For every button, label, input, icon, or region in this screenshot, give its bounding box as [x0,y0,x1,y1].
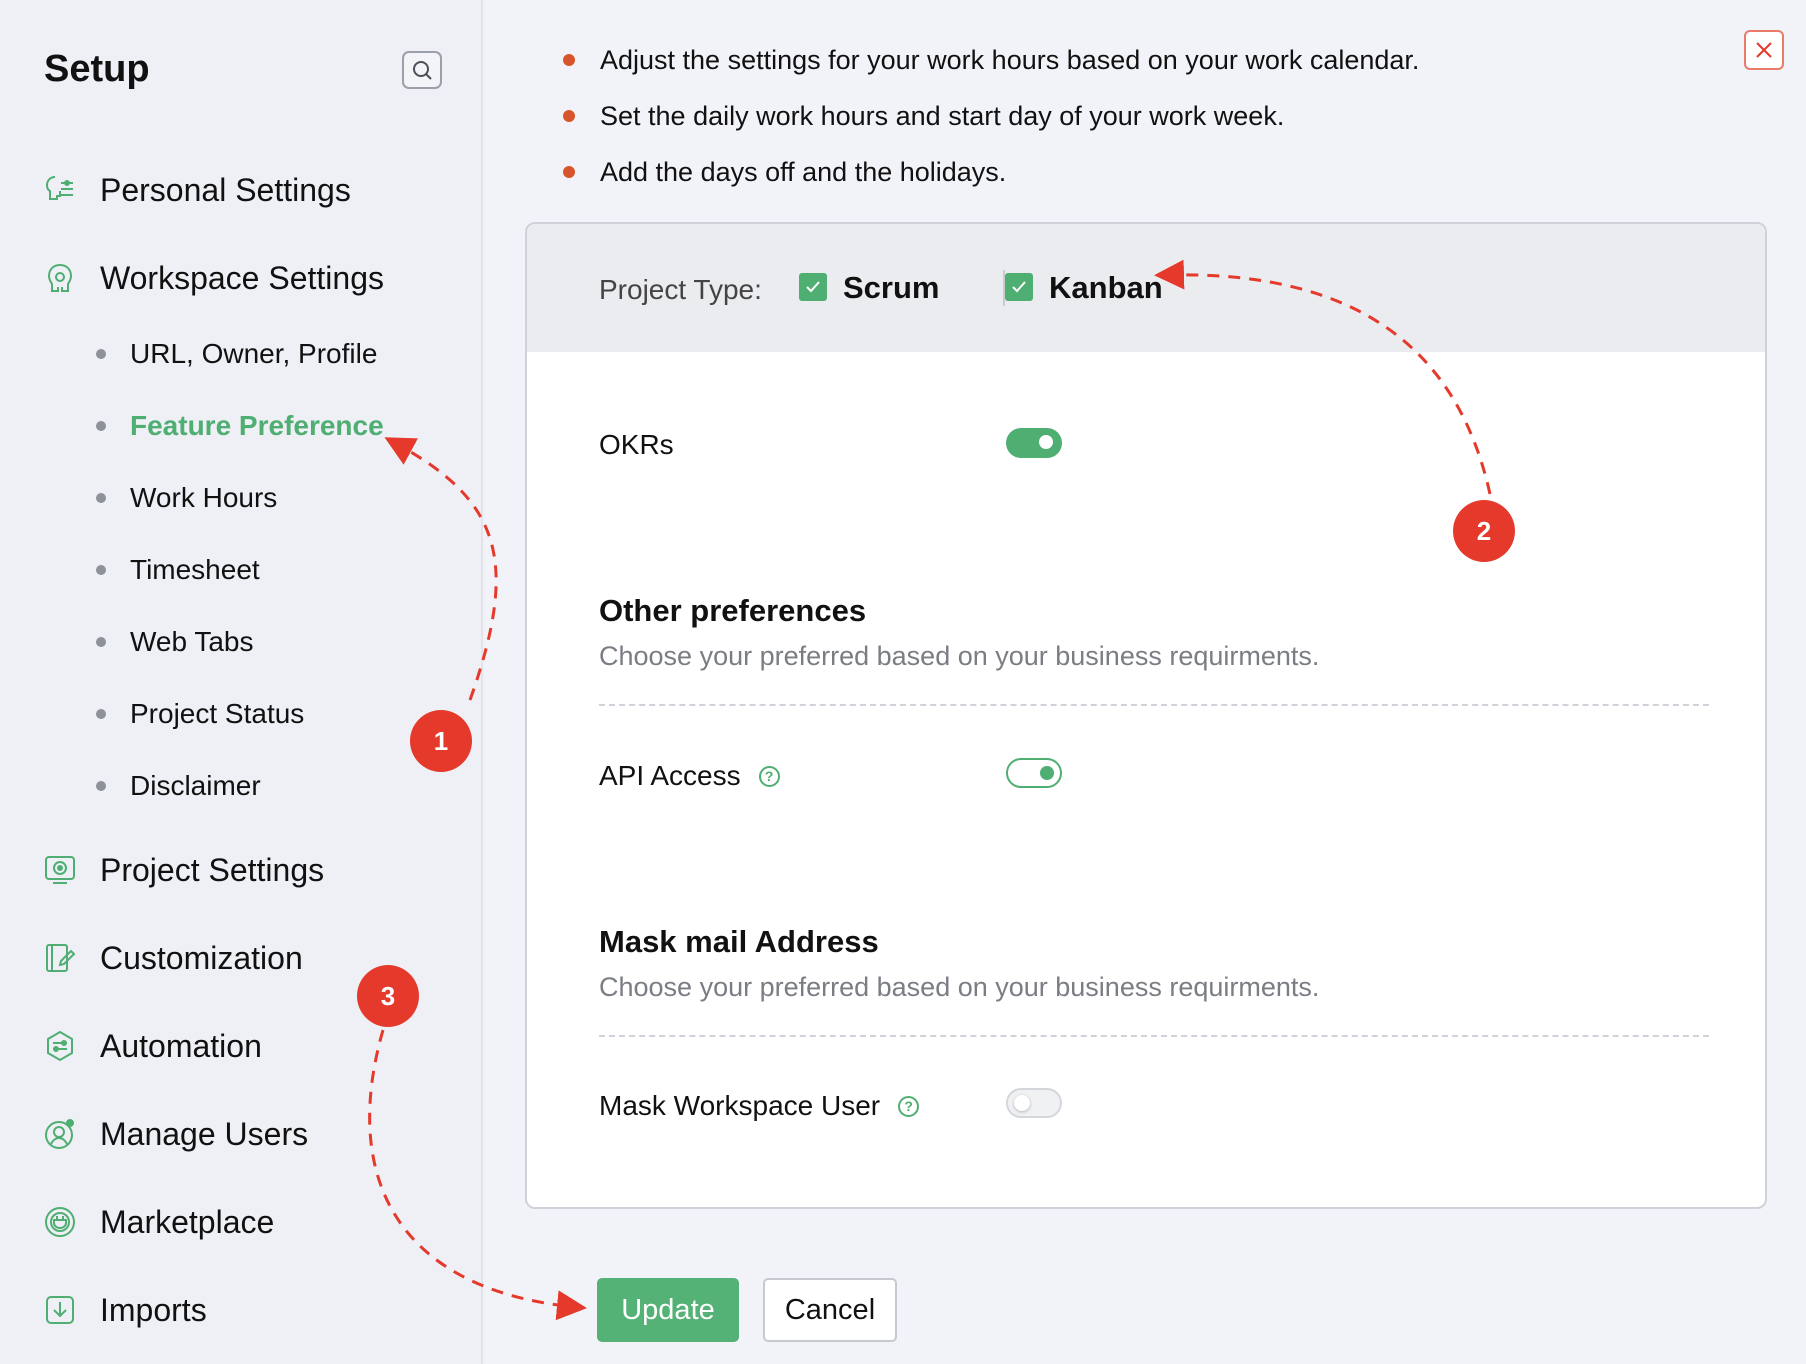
kanban-label[interactable]: Kanban [1049,270,1163,306]
setup-title: Setup [44,48,150,90]
sidebar-item-automation[interactable]: Automation [42,1022,262,1070]
project-type-label: Project Type: [599,274,762,305]
bullet-dot [96,421,106,431]
sidebar: Setup Personal Settings Workspace Settin… [0,0,483,1364]
project-type-header: Project Type: Scrum Kanban [527,224,1765,352]
sidebar-subitem-feature-preference[interactable]: Feature Preference [96,406,384,446]
help-icon[interactable]: ? [898,1095,920,1117]
customization-icon [42,940,78,976]
sidebar-subitem-web-tabs[interactable]: Web Tabs [96,622,253,662]
update-button[interactable]: Update [597,1278,739,1342]
project-settings-icon [42,852,78,888]
okrs-label: OKRs [599,429,674,461]
search-icon [413,61,432,80]
okrs-toggle[interactable] [1006,428,1062,458]
check-icon [806,281,820,293]
sidebar-item-marketplace[interactable]: Marketplace [42,1198,274,1246]
other-preferences-description: Choose your preferred based on your busi… [599,641,1320,671]
sidebar-item-customization[interactable]: Customization [42,934,303,982]
scrum-checkbox[interactable] [799,273,827,301]
mask-mail-description: Choose your preferred based on your busi… [599,972,1320,1002]
help-icon[interactable]: ? [758,765,780,787]
close-button[interactable] [1744,30,1784,70]
sidebar-item-manage-users[interactable]: Manage Users [42,1110,308,1158]
bullet-dot [96,565,106,575]
manage-users-icon [42,1116,78,1152]
bullet-dot [96,781,106,791]
bullet-dot [96,637,106,647]
annotation-badge-2: 2 [1453,500,1515,562]
scrum-label[interactable]: Scrum [843,270,939,306]
annotation-badge-3: 3 [357,965,419,1027]
automation-icon [42,1028,78,1064]
sidebar-subitem-work-hours[interactable]: Work Hours [96,478,277,518]
close-icon [1756,42,1772,58]
bullet-dot [563,166,575,178]
personal-settings-icon [42,172,78,208]
bullet-dot [96,349,106,359]
toggle-knob [1040,766,1054,780]
sidebar-subitem-timesheet[interactable]: Timesheet [96,550,260,590]
sidebar-item-workspace-settings[interactable]: Workspace Settings [42,254,384,302]
toggle-knob [1039,435,1053,449]
sidebar-item-project-settings[interactable]: Project Settings [42,846,324,894]
bullet-dot [563,110,575,122]
workspace-settings-icon [42,260,78,296]
kanban-checkbox[interactable] [1005,273,1033,301]
api-access-label: API Access ? [599,760,780,792]
mask-workspace-user-toggle[interactable] [1006,1088,1062,1118]
sidebar-search-button[interactable] [402,51,442,89]
info-bullets: Adjust the settings for your work hours … [563,32,1419,200]
sidebar-subitem-url-owner-profile[interactable]: URL, Owner, Profile [96,334,377,374]
section-divider [599,704,1709,706]
bullet-dot [96,493,106,503]
section-divider [599,1035,1709,1037]
bullet-dot [563,54,575,66]
sidebar-item-imports[interactable]: Imports [42,1286,207,1334]
toggle-knob [1014,1095,1030,1111]
info-bullet: Adjust the settings for your work hours … [563,32,1419,88]
bullet-dot [96,709,106,719]
imports-icon [42,1292,78,1328]
annotation-badge-1: 1 [410,710,472,772]
mask-mail-title: Mask mail Address [599,924,879,959]
okrs-text: OKRs [599,429,674,460]
api-access-text: API Access [599,760,741,791]
cancel-button[interactable]: Cancel [763,1278,897,1342]
sidebar-item-personal-settings[interactable]: Personal Settings [42,166,351,214]
info-bullet: Add the days off and the holidays. [563,144,1419,200]
marketplace-icon [42,1204,78,1240]
feature-preference-card: Project Type: Scrum Kanban OKRs Other pr… [525,222,1767,1209]
info-bullet: Set the daily work hours and start day o… [563,88,1419,144]
check-icon [1012,281,1026,293]
mask-workspace-user-label: Mask Workspace User ? [599,1090,920,1122]
main-content: Adjust the settings for your work hours … [485,0,1806,1364]
sidebar-subitem-disclaimer[interactable]: Disclaimer [96,766,261,806]
sidebar-subitem-project-status[interactable]: Project Status [96,694,304,734]
other-preferences-title: Other preferences [599,593,867,628]
mask-workspace-user-text: Mask Workspace User [599,1090,881,1121]
api-access-toggle[interactable] [1006,758,1062,788]
